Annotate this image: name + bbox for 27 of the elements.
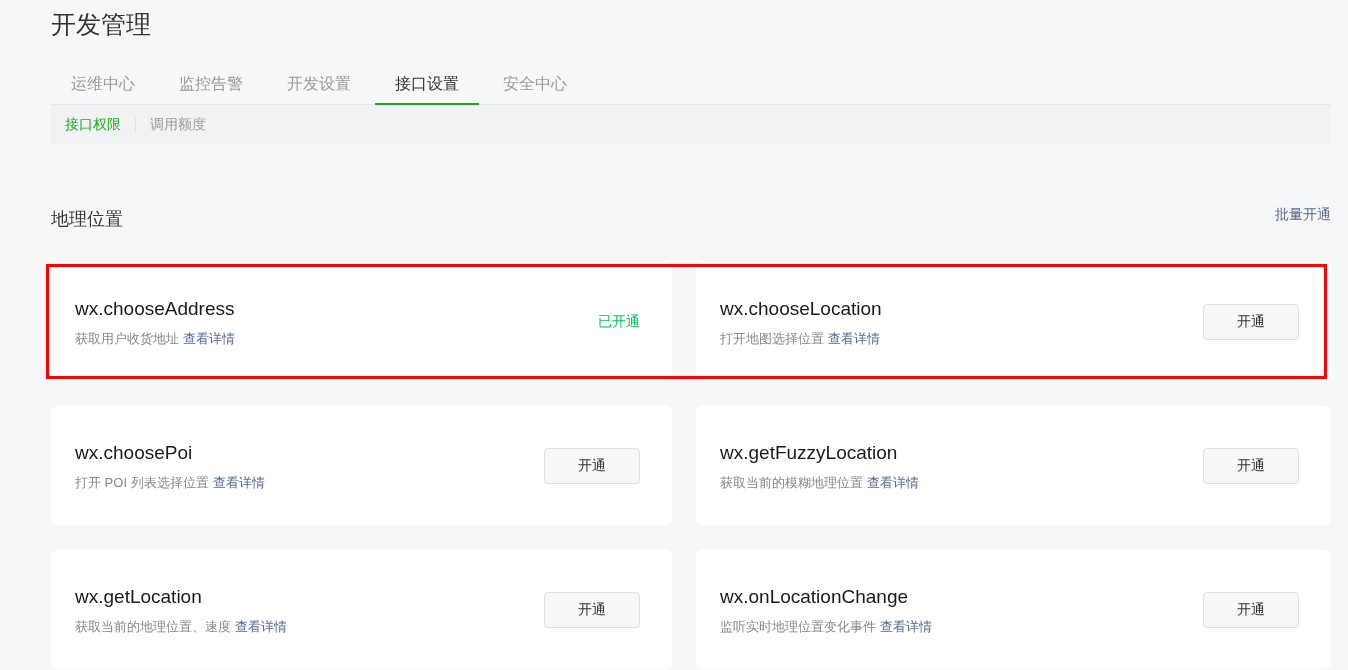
page-title: 开发管理 xyxy=(51,9,152,40)
section-title: 地理位置 xyxy=(51,208,123,231)
details-link[interactable]: 查看详情 xyxy=(235,618,287,634)
details-link[interactable]: 查看详情 xyxy=(212,474,265,490)
api-name: wx.getFuzzyLocation xyxy=(720,440,899,465)
enabled-status: 已开通 xyxy=(598,312,640,331)
api-description: 打开 POI 列表选择位置 xyxy=(75,474,209,490)
api-name: wx.chooseAddress xyxy=(75,296,235,321)
enable-button[interactable]: 开通 xyxy=(1203,447,1299,484)
enable-button[interactable]: 开通 xyxy=(1203,303,1299,340)
details-link[interactable]: 查看详情 xyxy=(867,474,919,490)
enable-button[interactable]: 开通 xyxy=(544,591,640,628)
enable-button[interactable]: 开通 xyxy=(1203,591,1299,628)
enable-button[interactable]: 开通 xyxy=(544,447,640,484)
api-description: 获取用户收货地址 xyxy=(75,330,179,346)
api-name: wx.onLocationChange xyxy=(720,584,910,609)
api-description: 监听实时地理位置变化事件 xyxy=(720,618,876,634)
batch-enable-link[interactable]: 批量开通 xyxy=(1275,206,1331,224)
details-link[interactable]: 查看详情 xyxy=(880,618,932,634)
details-link[interactable]: 查看详情 xyxy=(828,330,880,346)
api-name: wx.getLocation xyxy=(75,584,203,609)
api-name: wx.choosePoi xyxy=(75,440,194,465)
api-description: 获取当前的模糊地理位置 xyxy=(720,474,863,490)
api-description: 获取当前的地理位置、速度 xyxy=(75,618,231,634)
api-description: 打开地图选择位置 xyxy=(720,330,824,346)
details-link[interactable]: 查看详情 xyxy=(183,330,235,346)
api-name: wx.chooseLocation xyxy=(720,296,882,321)
